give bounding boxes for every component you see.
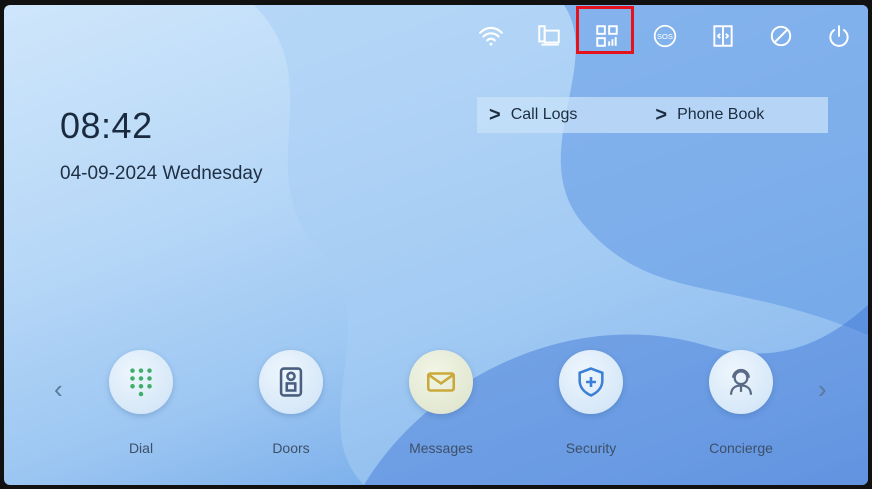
app-label-doors: Doors: [272, 440, 310, 456]
clock-time: 08:42: [60, 105, 153, 146]
app-security[interactable]: Security: [541, 350, 641, 456]
chevron-right-icon: >: [489, 104, 501, 126]
envelope-icon: [409, 350, 473, 414]
intercom-home-screen: SOS 08:42 04-09-2024 Wednesday > Call Lo…: [4, 5, 868, 485]
app-doors[interactable]: Doors: [241, 350, 341, 456]
do-not-disturb-icon[interactable]: [764, 19, 798, 53]
power-icon[interactable]: [822, 19, 856, 53]
shield-plus-icon: [559, 350, 623, 414]
door-unlock-icon[interactable]: [706, 19, 740, 53]
keypad-icon: [109, 350, 173, 414]
sos-icon-label: SOS: [657, 32, 673, 41]
app-label-messages: Messages: [409, 440, 473, 456]
app-dock: ‹ › Dial Doors Messages Security Concier…: [4, 350, 868, 470]
chevron-right-icon: >: [655, 104, 668, 126]
headset-person-icon: [709, 350, 773, 414]
dock-prev-arrow[interactable]: ‹: [54, 374, 63, 405]
sos-icon[interactable]: SOS: [648, 19, 682, 53]
call-logs-link[interactable]: > Call Logs: [489, 105, 577, 125]
app-label-security: Security: [565, 440, 617, 456]
highlight-box: [576, 6, 634, 54]
dock-next-arrow[interactable]: ›: [818, 374, 827, 405]
phone-book-label: Phone Book: [677, 106, 765, 123]
quick-links-bar: > Call Logs > Phone Book: [477, 97, 828, 133]
clock-date: 04-09-2024 Wednesday: [60, 163, 263, 184]
wifi-icon[interactable]: [474, 19, 508, 53]
app-messages[interactable]: Messages: [391, 350, 491, 456]
door-station-icon: [259, 350, 323, 414]
app-label-dial: Dial: [128, 440, 154, 456]
app-dial[interactable]: Dial: [91, 350, 191, 456]
monitor-icon[interactable]: [532, 19, 566, 53]
app-label-concierge: Concierge: [709, 440, 773, 456]
phone-book-link[interactable]: > Phone Book: [655, 105, 764, 125]
call-logs-label: Call Logs: [510, 106, 578, 123]
app-concierge[interactable]: Concierge: [691, 350, 791, 456]
